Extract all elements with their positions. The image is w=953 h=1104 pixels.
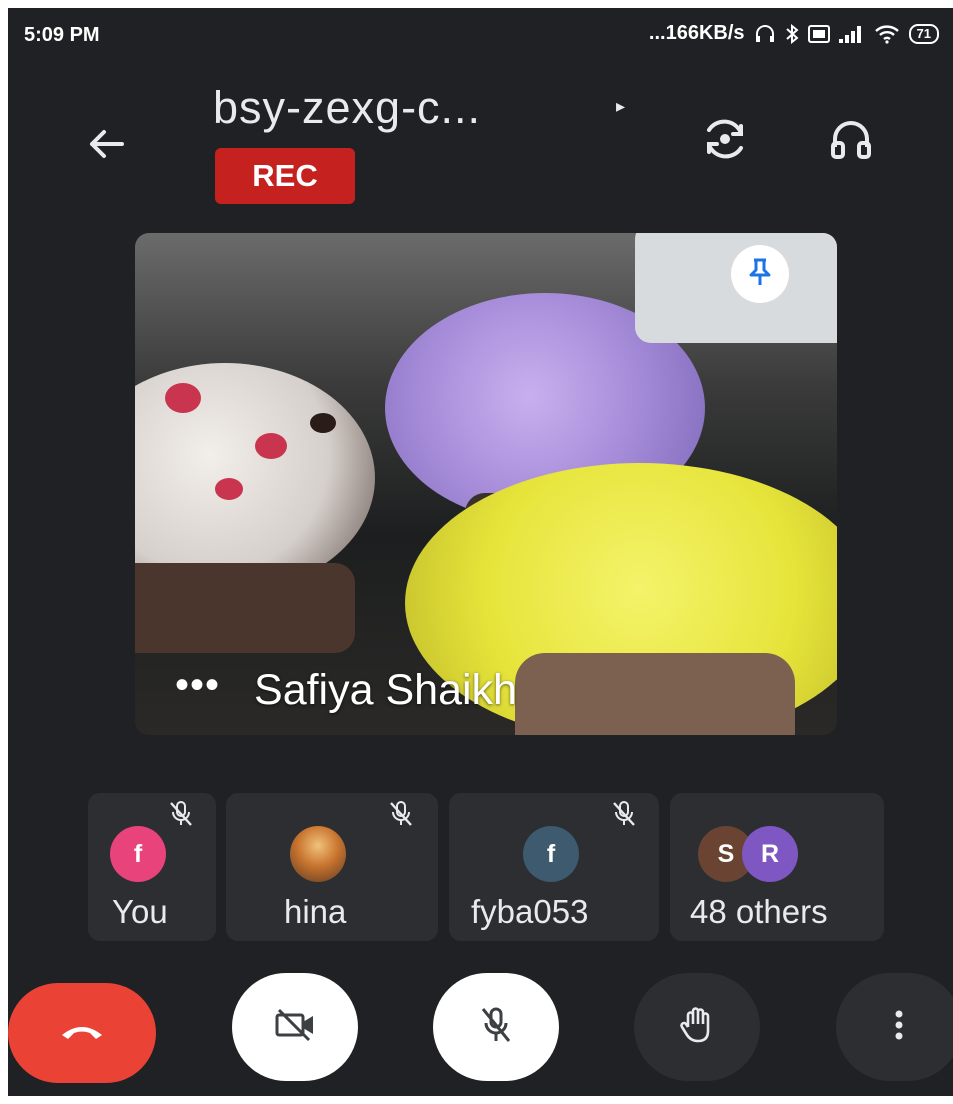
meet-screen: 5:09 PM ...166KB/s 71 bsy-zexg-c... ▸ RE… xyxy=(8,8,953,1096)
mic-off-icon xyxy=(166,799,196,829)
raise-hand-button[interactable] xyxy=(634,973,760,1081)
network-speed: ...166KB/s xyxy=(648,22,745,44)
main-video-tile[interactable]: ••• Safiya Shaikh xyxy=(135,233,837,735)
tile-footer: ••• Safiya Shaikh xyxy=(175,665,517,715)
mic-off-icon xyxy=(386,799,416,829)
recording-badge: REC xyxy=(215,148,355,204)
back-button[interactable] xyxy=(74,114,138,178)
camera-toggle-button[interactable] xyxy=(232,973,358,1081)
mic-off-icon xyxy=(609,799,639,829)
raise-hand-icon xyxy=(679,1005,715,1050)
end-call-button[interactable] xyxy=(8,983,156,1083)
meeting-header: bsy-zexg-c... ▸ REC xyxy=(8,66,953,216)
signal-icon xyxy=(838,25,865,43)
back-arrow-icon xyxy=(86,126,126,167)
status-icons: ...166KB/s 71 xyxy=(649,22,939,45)
participant-name: 48 others xyxy=(690,893,828,930)
switch-camera-button[interactable] xyxy=(690,106,760,176)
participant-card-fyba053[interactable]: f fyba053 xyxy=(449,793,659,941)
mic-off-icon xyxy=(478,1005,514,1050)
audio-output-button[interactable] xyxy=(816,106,886,176)
end-call-icon xyxy=(58,1019,106,1048)
headphones-icon xyxy=(829,119,873,164)
pin-icon xyxy=(747,257,773,292)
bluetooth-icon xyxy=(785,23,799,44)
status-bar: 5:09 PM ...166KB/s 71 xyxy=(8,8,953,60)
wifi-icon xyxy=(874,24,900,44)
status-time: 5:09 PM xyxy=(24,24,100,46)
mic-toggle-button[interactable] xyxy=(433,973,559,1081)
meeting-details-caret-icon[interactable]: ▸ xyxy=(616,96,625,117)
call-controls xyxy=(8,973,953,1093)
tile-more-options-icon[interactable]: ••• xyxy=(175,665,220,705)
avatar: f xyxy=(523,826,579,882)
participant-card-you[interactable]: f You xyxy=(88,793,216,941)
participant-card-others[interactable]: S R 48 others xyxy=(670,793,884,941)
meeting-code[interactable]: bsy-zexg-c... xyxy=(213,82,481,134)
battery-icon: 71 xyxy=(908,23,939,44)
participant-name: fyba053 xyxy=(471,893,589,930)
participant-name: hina xyxy=(284,893,347,930)
more-vert-icon xyxy=(894,1009,904,1046)
participant-name: You xyxy=(112,893,168,930)
camera-off-icon xyxy=(273,1007,317,1048)
switch-camera-icon xyxy=(701,117,749,166)
avatar: f xyxy=(110,826,166,882)
avatar: R xyxy=(742,826,798,882)
participant-card-hina[interactable]: hina xyxy=(226,793,438,941)
volte-icon xyxy=(807,24,830,43)
more-options-button[interactable] xyxy=(836,973,953,1081)
speaker-name: Safiya Shaikh xyxy=(254,666,517,714)
avatar-photo xyxy=(290,826,346,882)
headset-icon xyxy=(754,24,776,44)
participant-strip: f You hina f fyba053 S R 48 others xyxy=(88,793,888,941)
pin-button[interactable] xyxy=(731,245,789,303)
